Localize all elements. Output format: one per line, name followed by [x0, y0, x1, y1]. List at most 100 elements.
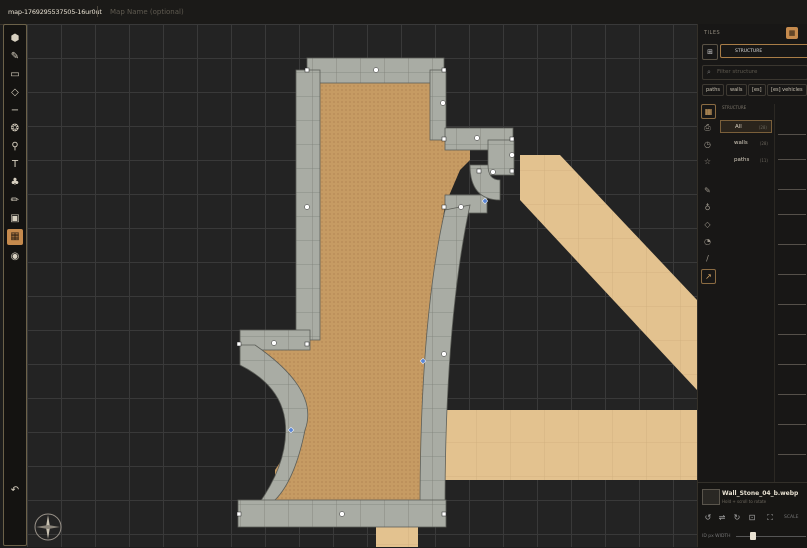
structure-icon[interactable]: ▦	[701, 104, 716, 119]
line-icon[interactable]: −	[7, 103, 23, 119]
diamond-icon[interactable]: ◇	[701, 218, 714, 231]
filter-placeholder: Filter structure	[717, 69, 758, 75]
thumbnail[interactable]	[778, 394, 806, 395]
pencil-icon[interactable]: /	[701, 252, 714, 265]
tree-item-label: paths	[734, 157, 750, 163]
corner-handle	[509, 168, 515, 174]
tree-item-count: (11)	[759, 158, 768, 163]
chip-es[interactable]: [es]	[748, 84, 766, 96]
width-slider-handle[interactable]	[750, 532, 756, 540]
asset-details: Wall_Stone_04_b.webp Hold + scroll to ro…	[698, 482, 807, 548]
width-slider[interactable]	[736, 536, 806, 537]
handle	[441, 351, 447, 357]
map-canvas[interactable]	[27, 24, 697, 547]
flask-icon[interactable]: ♁	[701, 201, 714, 214]
search-icon: ⌕	[707, 68, 711, 76]
thumbnail[interactable]	[778, 244, 806, 245]
map-drawing	[236, 57, 697, 547]
tree-item-paths[interactable]: paths (11)	[720, 154, 772, 167]
asset-preview	[702, 489, 720, 505]
grid-icon[interactable]: ▦	[7, 229, 23, 245]
horizontal-path	[440, 410, 697, 480]
thumbnail[interactable]	[778, 274, 806, 275]
star-icon[interactable]: ☆	[701, 155, 714, 168]
select-icon[interactable]: ⬢	[7, 31, 23, 47]
thumbnail[interactable]	[778, 304, 806, 305]
handle	[474, 135, 480, 141]
rotate-right-icon[interactable]: ↻	[732, 513, 742, 523]
width-label: ID px WIDTH	[702, 534, 731, 539]
layers-tab-icon[interactable]: ⊞	[702, 44, 718, 60]
frame-icon[interactable]: ⊡	[747, 513, 757, 523]
compass-icon[interactable]	[33, 512, 63, 542]
divider	[97, 6, 108, 17]
tree-item-count: (28)	[759, 141, 768, 146]
thumbnail[interactable]	[778, 334, 806, 335]
pin-icon[interactable]: ⚲	[7, 139, 23, 155]
category-chips: paths walls [es] [es] vehicles	[701, 84, 807, 96]
stamp-icon[interactable]: ❂	[7, 121, 23, 137]
tree-icon[interactable]: ♣	[7, 175, 23, 191]
panel-tabs: ⊞ STRUCTURE	[702, 44, 807, 60]
thumbnail[interactable]	[778, 189, 806, 190]
structure-tree: STRUCTURE All (28) walls (28) paths (11)	[720, 104, 774, 194]
tree-header: STRUCTURE	[722, 105, 747, 110]
palette-icon[interactable]: ◉	[7, 249, 23, 265]
bottom-path	[376, 527, 418, 547]
tile-thumbnails[interactable]	[774, 104, 807, 504]
corner-handle	[476, 168, 482, 174]
undo-icon[interactable]: ↶	[7, 483, 23, 499]
tab-structure[interactable]: STRUCTURE	[720, 44, 807, 58]
flip-icon[interactable]: ⇌	[717, 513, 727, 523]
handle	[339, 511, 345, 517]
scale-label: SCALE	[784, 515, 799, 520]
chip-es-vehicles[interactable]: [es] vehicles	[767, 84, 807, 96]
handle	[373, 67, 379, 73]
tree-item-walls[interactable]: walls (28)	[720, 137, 772, 150]
corner-handle	[509, 136, 515, 142]
corner-handle	[441, 511, 447, 517]
handle	[490, 169, 496, 175]
bucket-icon[interactable]: ◔	[701, 235, 714, 248]
text-icon[interactable]: T	[7, 157, 23, 173]
thumbnail[interactable]	[778, 364, 806, 365]
thumbnail[interactable]	[778, 214, 806, 215]
brush-icon[interactable]: ✎	[701, 184, 714, 197]
top-bar: map-1769295537505-16ur0ut Map Name (opti…	[0, 0, 807, 25]
image-icon[interactable]: ▣	[7, 211, 23, 227]
tree-item-label: All	[735, 124, 742, 130]
chip-walls[interactable]: walls	[726, 84, 747, 96]
thumbnail[interactable]	[778, 134, 806, 135]
thumbnail[interactable]	[778, 159, 806, 160]
handle	[271, 340, 277, 346]
printer-icon[interactable]: ⎙	[701, 121, 714, 134]
corner-handle	[236, 511, 242, 517]
corner-handle	[304, 341, 310, 347]
corner-handle	[441, 67, 447, 73]
map-name-input[interactable]: Map Name (optional)	[110, 7, 310, 18]
pencil-icon[interactable]: ✏	[7, 193, 23, 209]
handle	[458, 204, 464, 210]
thumbnail[interactable]	[778, 424, 806, 425]
fit-icon[interactable]: ⛶	[765, 513, 775, 523]
corner-handle	[441, 136, 447, 142]
eraser-icon[interactable]: ◇	[7, 85, 23, 101]
chip-paths[interactable]: paths	[702, 84, 724, 96]
clock-icon[interactable]: ◷	[701, 138, 714, 151]
corner-handle	[304, 67, 310, 73]
handle	[440, 100, 446, 106]
corner-handle	[441, 204, 447, 210]
diagonal-path	[520, 155, 697, 390]
curve-tool-icon[interactable]: ↗	[701, 269, 716, 284]
thumbnail[interactable]	[778, 454, 806, 455]
brush-icon[interactable]: ✎	[7, 49, 23, 65]
tree-item-all[interactable]: All (28)	[720, 120, 772, 133]
asset-hint: Hold + scroll to rotate	[722, 499, 767, 504]
filter-input[interactable]: ⌕ Filter structure	[702, 65, 807, 80]
handle	[509, 152, 515, 158]
grid-view-icon[interactable]: ▦	[786, 27, 798, 39]
rectangle-icon[interactable]: ▭	[7, 67, 23, 83]
corner-handle	[236, 341, 242, 347]
rotate-left-icon[interactable]: ↺	[703, 513, 713, 523]
tool-palette: ⬢ ✎ ▭ ◇ − ❂ ⚲ T ♣ ✏ ▣ ▦ ◉ ↶	[3, 24, 27, 546]
